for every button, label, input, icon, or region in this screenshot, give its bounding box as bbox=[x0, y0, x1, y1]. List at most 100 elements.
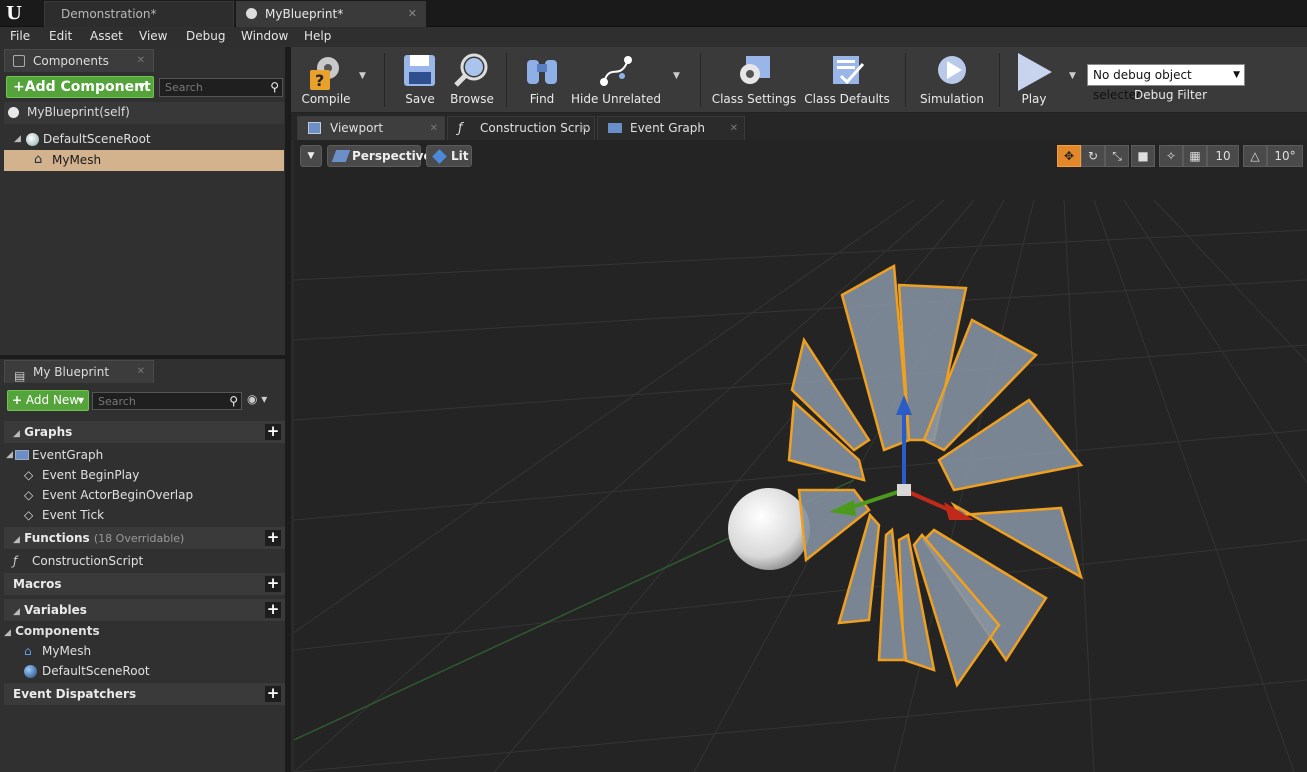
components-search-input[interactable]: Search ⚲ bbox=[159, 78, 283, 97]
component-var-defaultsceneroot[interactable]: DefaultSceneRoot bbox=[4, 661, 284, 681]
section-event-dispatchers[interactable]: Event Dispatchers + bbox=[4, 683, 285, 705]
tab-label: My Blueprint bbox=[33, 365, 110, 379]
blueprint-icon bbox=[246, 8, 257, 19]
tree-item-defaultsceneroot[interactable]: ◢ DefaultSceneRoot bbox=[4, 129, 284, 149]
menu-debug[interactable]: Debug bbox=[186, 27, 225, 47]
find-button[interactable]: Find bbox=[517, 47, 567, 113]
chevron-down-icon: ▼ bbox=[307, 151, 315, 161]
menu-file[interactable]: File bbox=[10, 27, 30, 47]
save-button[interactable]: Save bbox=[395, 47, 445, 113]
visibility-eye-icon[interactable]: ◉ ▾ bbox=[247, 392, 279, 410]
tree-item-label: MyMesh bbox=[52, 153, 102, 167]
play-options-chevron-icon[interactable]: ▼ bbox=[1069, 71, 1076, 81]
self-item[interactable]: MyBlueprint(self) bbox=[4, 102, 284, 124]
hide-unrelated-button[interactable]: Hide Unrelated bbox=[569, 47, 663, 113]
section-functions[interactable]: ◢ Functions (18 Overridable) + bbox=[4, 527, 285, 549]
hide-unrelated-options-chevron-icon[interactable]: ▼ bbox=[673, 71, 680, 81]
add-new-button[interactable]: + Add New ▼ bbox=[7, 390, 89, 411]
rotation-snap-icon[interactable]: △ bbox=[1243, 145, 1267, 167]
menu-edit[interactable]: Edit bbox=[49, 27, 72, 47]
lit-mode-button[interactable]: Lit bbox=[426, 145, 472, 167]
main-toolbar: ? Compile ▼ Save Browse Find Hide Unrela… bbox=[291, 47, 1307, 113]
simulation-button[interactable]: Simulation bbox=[915, 47, 989, 113]
unreal-logo-icon[interactable]: U bbox=[2, 2, 26, 26]
event-item-actorbeginoverlap[interactable]: ◇ Event ActorBeginOverlap bbox=[4, 485, 284, 505]
hide-unrelated-label: Hide Unrelated bbox=[570, 92, 661, 106]
sphere-mesh[interactable] bbox=[728, 488, 810, 570]
add-component-button[interactable]: +Add Component ▼ bbox=[6, 76, 154, 98]
rotation-snap-value[interactable]: 10° bbox=[1267, 145, 1303, 167]
browse-button[interactable]: Browse bbox=[445, 47, 499, 113]
section-graphs[interactable]: ◢ Graphs + bbox=[4, 421, 285, 443]
rotate-mode-icon[interactable]: ↻ bbox=[1081, 145, 1105, 167]
tab-viewport[interactable]: Viewport ✕ bbox=[297, 116, 445, 140]
tab-components[interactable]: Components ✕ bbox=[4, 49, 154, 72]
menu-window[interactable]: Window bbox=[241, 27, 288, 47]
compile-button[interactable]: ? Compile bbox=[295, 47, 357, 113]
close-icon[interactable]: ✕ bbox=[730, 117, 738, 140]
components-icon bbox=[13, 55, 25, 67]
scale-mode-icon[interactable]: ⤡ bbox=[1105, 145, 1129, 167]
my-blueprint-panel: ▤ My Blueprint ✕ + Add New ▼ Search ⚲ ◉ … bbox=[0, 359, 288, 772]
close-icon[interactable]: ✕ bbox=[137, 361, 145, 383]
compile-gear-icon: ? bbox=[310, 57, 339, 90]
close-icon[interactable]: ✕ bbox=[430, 117, 438, 140]
menu-help[interactable]: Help bbox=[304, 27, 331, 47]
class-defaults-checklist-icon bbox=[833, 56, 865, 85]
add-graph-button[interactable]: + bbox=[265, 424, 281, 440]
compile-options-chevron-icon[interactable]: ▼ bbox=[359, 71, 366, 81]
event-diamond-icon: ◇ bbox=[24, 508, 34, 522]
play-button[interactable]: Play bbox=[1007, 47, 1061, 113]
menu-view[interactable]: View bbox=[139, 27, 167, 47]
component-label: DefaultSceneRoot bbox=[42, 664, 150, 678]
menu-asset[interactable]: Asset bbox=[90, 27, 123, 47]
close-icon[interactable]: ✕ bbox=[580, 117, 588, 140]
collapse-arrow-icon[interactable]: ◢ bbox=[14, 129, 21, 149]
doc-tab-demonstration[interactable]: Demonstration* bbox=[44, 1, 234, 27]
scene-root-icon bbox=[26, 133, 39, 146]
doc-tab-myblueprint[interactable]: MyBlueprint* ✕ bbox=[236, 1, 426, 27]
collapse-arrow-icon: ◢ bbox=[4, 628, 11, 638]
world-local-cube-icon[interactable]: ■ bbox=[1131, 145, 1155, 167]
section-label: Functions bbox=[24, 531, 90, 545]
event-item-tick[interactable]: ◇ Event Tick bbox=[4, 505, 284, 525]
tab-label: Event Graph bbox=[630, 121, 705, 135]
mymesh-windmill[interactable] bbox=[787, 263, 1084, 688]
add-function-button[interactable]: + bbox=[265, 530, 281, 546]
translate-mode-icon[interactable]: ✥ bbox=[1057, 145, 1081, 167]
tab-construction-script[interactable]: ƒ Construction Scrip ✕ bbox=[447, 116, 595, 140]
surface-snap-icon[interactable]: ✧ bbox=[1159, 145, 1183, 167]
close-icon[interactable]: ✕ bbox=[408, 2, 417, 26]
blueprint-search-input[interactable]: Search ⚲ bbox=[92, 392, 242, 410]
grid-snap-value[interactable]: 10 bbox=[1207, 145, 1239, 167]
collapse-arrow-icon[interactable]: ◢ bbox=[6, 445, 13, 465]
component-var-mymesh[interactable]: ⌂ MyMesh bbox=[4, 641, 284, 661]
section-macros[interactable]: Macros + bbox=[4, 573, 285, 595]
section-label: Macros bbox=[13, 577, 62, 591]
function-icon: ƒ bbox=[13, 554, 18, 568]
section-label: Graphs bbox=[24, 425, 73, 439]
add-macro-button[interactable]: + bbox=[265, 576, 281, 592]
add-event-dispatcher-button[interactable]: + bbox=[265, 686, 281, 702]
perspective-button[interactable]: Perspective bbox=[327, 145, 432, 167]
function-item-constructionscript[interactable]: ƒ ConstructionScript bbox=[4, 551, 284, 571]
tab-event-graph[interactable]: Event Graph ✕ bbox=[597, 116, 745, 140]
browse-label: Browse bbox=[450, 92, 494, 106]
viewport-options-dropdown[interactable]: ▼ bbox=[300, 145, 322, 167]
class-defaults-button[interactable]: Class Defaults bbox=[803, 47, 891, 113]
section-components[interactable]: ◢ Components bbox=[4, 621, 284, 641]
tab-my-blueprint[interactable]: ▤ My Blueprint ✕ bbox=[4, 360, 154, 383]
close-icon[interactable]: ✕ bbox=[137, 50, 145, 72]
graph-item-eventgraph[interactable]: ◢ EventGraph bbox=[4, 445, 284, 465]
section-variables[interactable]: ◢ Variables + bbox=[4, 599, 285, 621]
component-label: MyMesh bbox=[42, 644, 92, 658]
grid-snap-icon[interactable]: ▦ bbox=[1183, 145, 1207, 167]
tree-item-mymesh[interactable]: ⌂ MyMesh bbox=[4, 150, 284, 171]
add-variable-button[interactable]: + bbox=[265, 602, 281, 618]
class-settings-button[interactable]: Class Settings bbox=[711, 47, 797, 113]
editor-tabs: Viewport ✕ ƒ Construction Scrip ✕ Event … bbox=[291, 113, 1307, 140]
debug-object-select[interactable]: No debug object selected ▼ bbox=[1087, 64, 1245, 102]
viewport-3d[interactable]: ▼ Perspective Lit ✥ ↻ ⤡ ■ ✧ ▦ 10 △ 10° bbox=[291, 140, 1307, 772]
event-item-beginplay[interactable]: ◇ Event BeginPlay bbox=[4, 465, 284, 485]
graph-icon bbox=[608, 123, 622, 133]
